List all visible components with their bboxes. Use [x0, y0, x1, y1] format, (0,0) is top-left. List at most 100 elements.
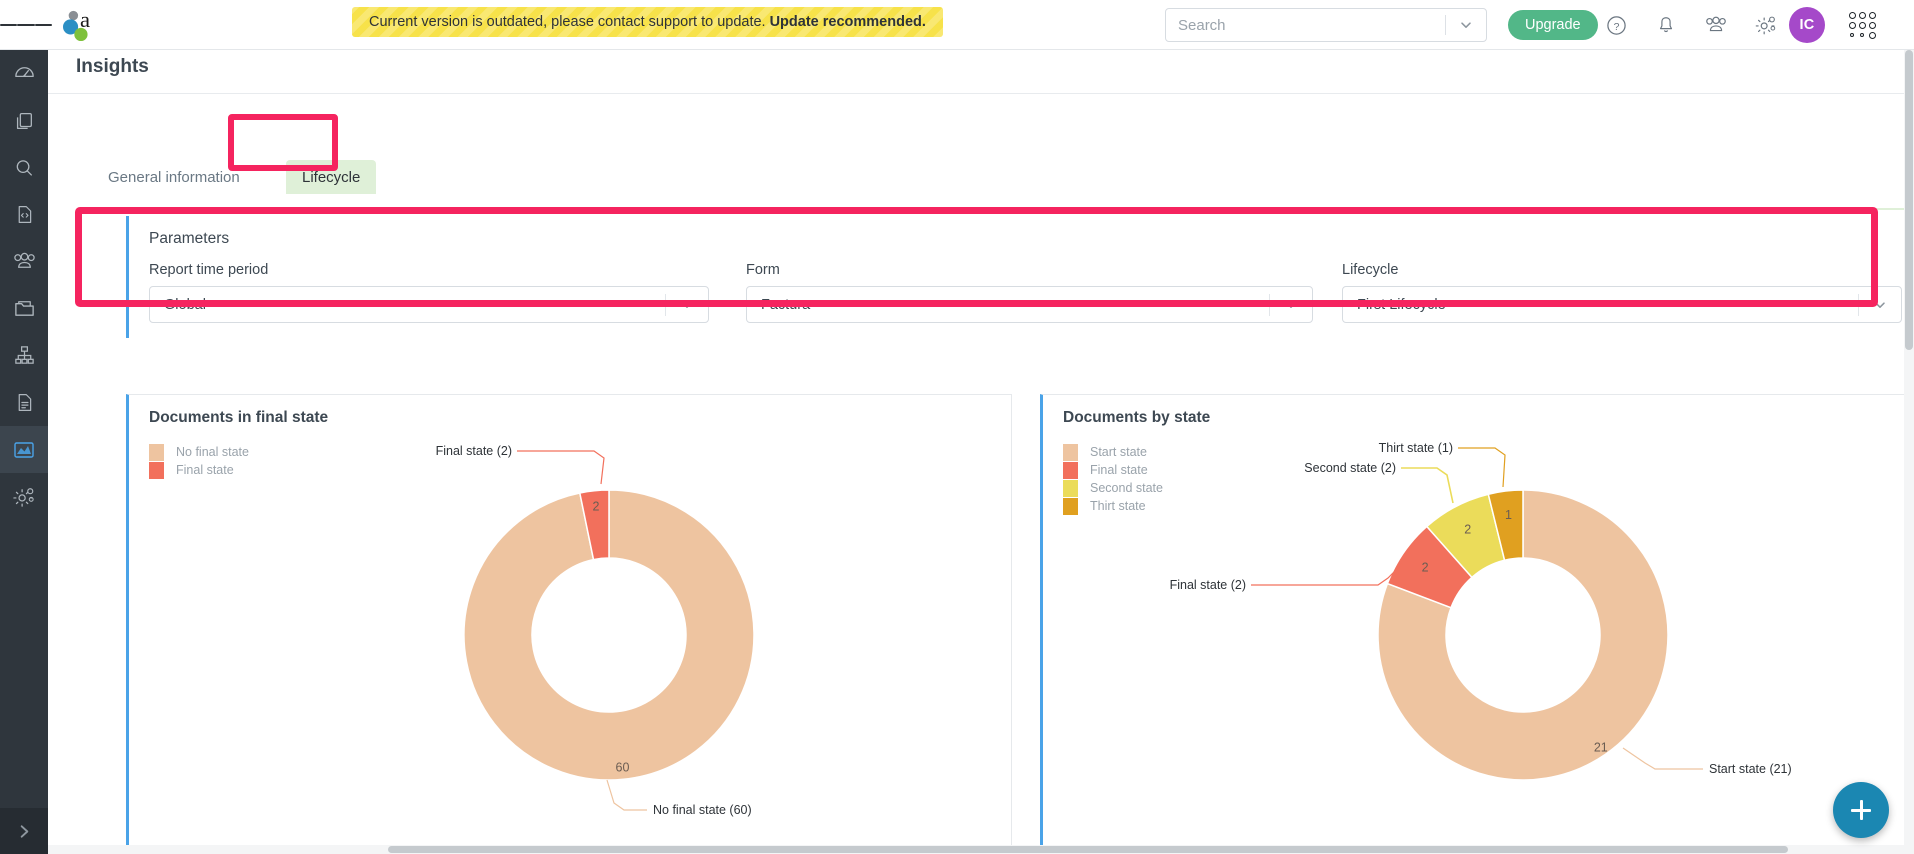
- legend-swatch: [149, 443, 164, 461]
- sidebar-item-workflows[interactable]: [0, 332, 48, 379]
- svg-text:?: ?: [1613, 20, 1619, 32]
- tab-bar: General information Lifecycle: [48, 160, 1914, 194]
- callout-start-state: Start state (21): [1709, 762, 1792, 776]
- left-sidebar: [0, 50, 48, 854]
- horizontal-scrollbar[interactable]: [48, 845, 1914, 854]
- upgrade-button[interactable]: Upgrade: [1508, 10, 1598, 40]
- select-lifecycle-value: First Lifecycle: [1357, 296, 1446, 313]
- title-divider: [48, 93, 1914, 94]
- slice-value: 21: [1594, 741, 1608, 755]
- card-documents-in-final-state: Documents in final state No final state …: [126, 394, 1012, 854]
- callout-no-final-state: No final state (60): [653, 803, 752, 817]
- chart-icon: [14, 441, 34, 458]
- label-form: Form: [746, 262, 780, 278]
- sidebar-item-users[interactable]: [0, 238, 48, 285]
- callout-final-state: Final state (2): [436, 444, 512, 458]
- hamburger-icon[interactable]: [0, 21, 52, 29]
- legend-swatch: [149, 461, 164, 479]
- chevron-down-icon[interactable]: [1446, 18, 1486, 32]
- select-lifecycle[interactable]: First Lifecycle: [1342, 286, 1902, 323]
- version-banner: Current version is outdated, please cont…: [352, 7, 943, 37]
- sidebar-item-folders[interactable]: [0, 285, 48, 332]
- select-form[interactable]: Factura: [746, 286, 1313, 323]
- callout-line: [1251, 562, 1404, 586]
- copy-icon: [16, 112, 32, 129]
- callout-line: [517, 450, 605, 485]
- callout-line: [1401, 467, 1454, 504]
- code-file-icon: [18, 206, 31, 223]
- select-report-time-period[interactable]: Global: [149, 286, 709, 323]
- sidebar-item-settings[interactable]: [0, 473, 48, 520]
- gauge-icon: [14, 67, 34, 78]
- parameters-panel: Parameters Report time period Global For…: [126, 216, 1914, 338]
- slice-value: 2: [592, 500, 599, 514]
- app-root: a Current version is outdated, please co…: [0, 0, 1914, 854]
- document-icon: [18, 394, 31, 411]
- chevron-right-icon: [20, 824, 28, 838]
- card-documents-by-state: Documents by state Start state Final sta…: [1040, 394, 1914, 854]
- legend-swatch: [1063, 443, 1078, 461]
- label-lifecycle: Lifecycle: [1342, 262, 1399, 278]
- bell-icon[interactable]: [1650, 9, 1682, 41]
- sidebar-item-dashboard[interactable]: [0, 50, 48, 97]
- vertical-scrollbar[interactable]: [1904, 50, 1914, 854]
- parameters-title: Parameters: [149, 230, 230, 247]
- sidebar-item-insights[interactable]: [0, 426, 48, 473]
- sidebar-item-forms[interactable]: [0, 191, 48, 238]
- sidebar-item-reports[interactable]: [0, 379, 48, 426]
- tab-general-information[interactable]: General information: [92, 160, 256, 194]
- tab-underline: [92, 208, 1914, 210]
- field-form: Form Factura: [746, 262, 1313, 323]
- scroll-thumb[interactable]: [388, 846, 1788, 853]
- add-button[interactable]: [1833, 782, 1889, 838]
- slice-value: 60: [616, 760, 630, 774]
- callout-line: [1622, 747, 1703, 770]
- label-report-time-period: Report time period: [149, 262, 269, 278]
- gears-icon: [12, 488, 34, 507]
- tab-lifecycle[interactable]: Lifecycle: [286, 160, 377, 194]
- slice-value: 2: [1464, 523, 1471, 537]
- slice-value: 2: [1422, 560, 1429, 574]
- svg-text:a: a: [80, 8, 90, 32]
- slice-value: 1: [1505, 508, 1512, 522]
- folder-icon: [14, 301, 34, 316]
- callout-second-state: Second state (2): [1304, 461, 1396, 475]
- callout-line: [606, 779, 647, 811]
- chevron-down-icon[interactable]: [1859, 298, 1901, 312]
- app-logo[interactable]: a: [52, 0, 108, 50]
- legend-swatch: [1063, 497, 1078, 515]
- users-icon[interactable]: [1700, 9, 1732, 41]
- callout-final-state: Final state (2): [1170, 578, 1246, 592]
- donut-chart-left: 2 60 Final state (2) No final state (60): [436, 444, 755, 817]
- legend-swatch: [1063, 461, 1078, 479]
- apps-grid-icon[interactable]: [1846, 10, 1878, 40]
- top-bar: a Current version is outdated, please co…: [0, 0, 1914, 50]
- field-lifecycle: Lifecycle First Lifecycle: [1342, 262, 1902, 323]
- callout-thirt-state: Thirt state (1): [1379, 441, 1453, 455]
- search-box[interactable]: [1165, 8, 1487, 42]
- banner-strong: Update recommended.: [769, 14, 926, 30]
- donut-chart-right: 21 2 2 1 Thirt state (1) Second state (2…: [1170, 441, 1792, 781]
- sidebar-item-documents[interactable]: [0, 97, 48, 144]
- field-report-time-period: Report time period Global: [149, 262, 709, 323]
- scroll-thumb[interactable]: [1905, 50, 1913, 350]
- chevron-down-icon[interactable]: [666, 298, 708, 312]
- users-icon: [13, 252, 35, 268]
- settings-gear-icon[interactable]: [1750, 9, 1782, 41]
- search-icon: [16, 159, 32, 176]
- help-icon[interactable]: ?: [1600, 9, 1632, 41]
- chevron-down-icon[interactable]: [1270, 298, 1312, 312]
- sitemap-icon: [14, 346, 34, 364]
- banner-text: Current version is outdated, please cont…: [369, 14, 766, 30]
- avatar[interactable]: IC: [1789, 7, 1825, 43]
- main-content: Insights General information Lifecycle P…: [48, 50, 1914, 854]
- sidebar-item-search[interactable]: [0, 144, 48, 191]
- select-report-time-period-value: Global: [164, 296, 206, 313]
- search-input[interactable]: [1166, 9, 1445, 41]
- sidebar-expand-button[interactable]: [0, 808, 48, 854]
- select-form-value: Factura: [761, 296, 811, 313]
- callout-line: [1458, 447, 1506, 488]
- logo-icon: a: [63, 8, 90, 41]
- page-title: Insights: [76, 56, 149, 77]
- legend-swatch: [1063, 479, 1078, 497]
